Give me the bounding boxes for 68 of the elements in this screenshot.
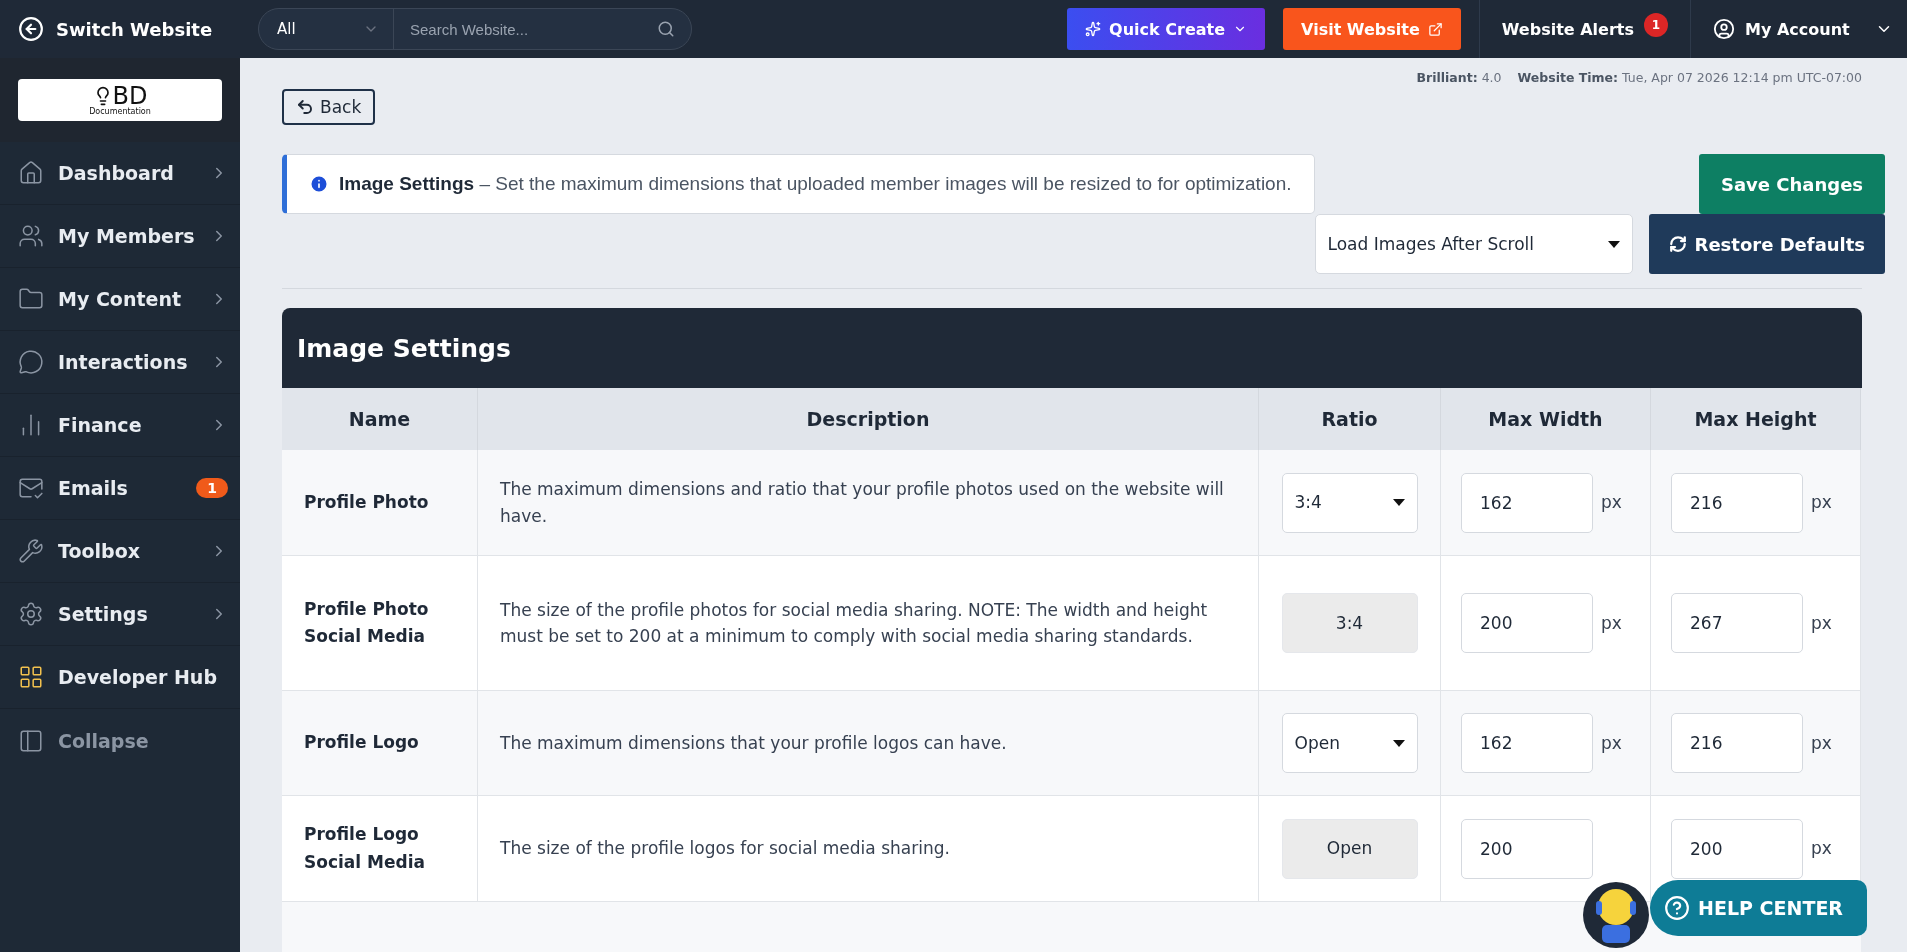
sidebar-item[interactable]: Emails 1 bbox=[0, 457, 240, 520]
ratio-field: 3:4 bbox=[1281, 593, 1418, 653]
max-height-field[interactable]: 216 bbox=[1671, 472, 1803, 533]
grid-icon bbox=[18, 664, 44, 690]
ratio-dropdown[interactable]: 3:4 bbox=[1281, 472, 1418, 533]
caret-icon bbox=[1607, 240, 1620, 248]
caret-icon bbox=[1392, 739, 1405, 747]
max-height-field[interactable]: 200 bbox=[1671, 818, 1803, 879]
back-icon bbox=[18, 16, 44, 42]
website-info: Brilliant: 4.0 Website Time: Tue, Apr 07 2026 12:14 pm UTC-07:00 bbox=[1416, 70, 1862, 85]
undo-arrow-icon bbox=[296, 98, 314, 116]
users-icon bbox=[18, 223, 44, 249]
max-height-field[interactable]: 267 bbox=[1671, 593, 1803, 653]
unit-label: px bbox=[1811, 611, 1832, 635]
sparkle-icon bbox=[1085, 21, 1102, 37]
tools-icon bbox=[18, 538, 44, 564]
unit-label: px bbox=[1601, 611, 1622, 635]
refresh-icon bbox=[1668, 235, 1687, 253]
restore-defaults-button[interactable]: Restore Defaults bbox=[1648, 214, 1886, 274]
quick-create-button[interactable]: Quick Create bbox=[1067, 8, 1266, 50]
user-icon bbox=[1713, 18, 1735, 40]
ratio-field: Open bbox=[1281, 818, 1418, 879]
unit-label: px bbox=[1811, 491, 1832, 515]
search-field[interactable]: All Search Website... bbox=[258, 8, 692, 50]
search-icon bbox=[657, 20, 675, 38]
help-icon bbox=[1664, 895, 1691, 921]
max-width-field[interactable]: 200 bbox=[1461, 593, 1593, 653]
switch-website-link[interactable]: Switch Website bbox=[0, 16, 240, 42]
setting-description: The size of the profile photos for social media sharing. NOTE: The width and height must be set to 200 at a minimum to comply with social media sharing standards. bbox=[500, 598, 1209, 648]
banner-text: Image Settings – Set the maximum dimensions that uploaded member images will be resized to for optimization. bbox=[339, 173, 1292, 195]
max-height-field[interactable]: 216 bbox=[1671, 713, 1803, 773]
max-width-field[interactable]: 162 bbox=[1461, 472, 1593, 533]
unit-label: px bbox=[1811, 731, 1832, 755]
collapse-button[interactable]: Collapse bbox=[0, 709, 240, 772]
unit-label: px bbox=[1601, 491, 1622, 515]
setting-name: Profile Photo bbox=[304, 490, 429, 514]
setting-description: The size of the profile logos for social media sharing. bbox=[500, 837, 950, 861]
setting-name: Profile Photo Social Media bbox=[304, 597, 430, 648]
scope-dropdown[interactable]: All bbox=[259, 9, 394, 49]
column-header: Name bbox=[282, 388, 478, 450]
chat-icon bbox=[18, 349, 44, 375]
setting-description: The maximum dimensions that your profile logos can have. bbox=[500, 731, 1007, 755]
setting-description: The maximum dimensions and ratio that your profile photos used on the website will have. bbox=[500, 478, 1225, 528]
setting-name: Profile Logo bbox=[304, 731, 419, 755]
alert-count: 1 bbox=[1644, 13, 1668, 37]
count-badge: 1 bbox=[196, 478, 228, 498]
back-button[interactable]: Back bbox=[282, 89, 376, 125]
info-icon bbox=[309, 174, 329, 194]
external-link-icon bbox=[1427, 21, 1443, 37]
logo[interactable]: BD Documentation bbox=[18, 79, 222, 121]
panel-title: Image Settings bbox=[282, 308, 1862, 388]
unit-label: px bbox=[1811, 837, 1832, 861]
column-header: Max Width bbox=[1441, 388, 1651, 450]
column-header: Description bbox=[478, 388, 1259, 450]
setting-name: Profile Logo Social Media bbox=[304, 823, 426, 874]
max-width-field[interactable]: 200 bbox=[1461, 818, 1593, 879]
column-header: Ratio bbox=[1259, 388, 1441, 450]
column-header: Max Height bbox=[1651, 388, 1861, 450]
ratio-dropdown[interactable]: Open bbox=[1281, 713, 1418, 773]
home-icon bbox=[18, 160, 44, 186]
caret-icon bbox=[1392, 499, 1405, 506]
max-width-field[interactable]: 162 bbox=[1461, 713, 1593, 773]
save-changes-button[interactable]: Save Changes bbox=[1698, 154, 1886, 214]
load-mode-dropdown[interactable]: Load Images After Scroll bbox=[1314, 214, 1633, 274]
sidebar-icon bbox=[18, 727, 44, 754]
help-center-button[interactable]: HELP CENTER bbox=[1650, 880, 1867, 936]
settings-icon bbox=[18, 601, 44, 627]
unit-label: px bbox=[1601, 731, 1622, 755]
